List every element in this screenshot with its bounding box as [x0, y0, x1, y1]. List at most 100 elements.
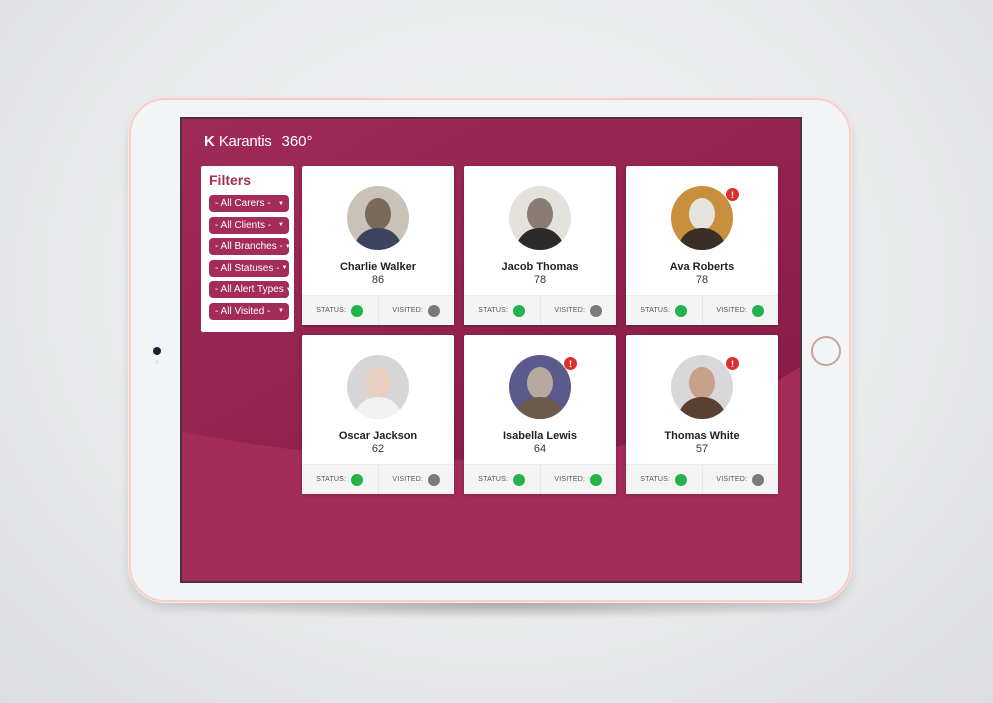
brand-suffix: 360° [281, 133, 313, 150]
filter-select-visited[interactable]: - All Visited - ▼ [209, 302, 289, 320]
client-age: 78 [533, 274, 547, 286]
visited-dot-icon [590, 473, 603, 486]
status-dot-icon [513, 473, 526, 486]
client-age: 78 [695, 274, 709, 286]
status-dot-icon [513, 304, 526, 317]
client-age: 64 [533, 443, 547, 455]
client-name: Charlie Walker [339, 261, 416, 273]
client-card[interactable]: Oscar Jackson 62 STATUS: VISITED: [302, 335, 454, 494]
status-label: STATUS: [640, 307, 671, 314]
caret-down-icon: ▼ [278, 308, 284, 314]
status-label: STATUS: [316, 476, 347, 483]
client-name: Oscar Jackson [338, 430, 418, 442]
client-card[interactable]: Jacob Thomas 78 STATUS: VISITED: [464, 166, 616, 325]
visited-indicator: VISITED: [539, 465, 617, 494]
caret-down-icon: ▼ [281, 265, 288, 271]
avatar-wrap [509, 186, 571, 250]
alert-icon[interactable]: ! [726, 357, 739, 370]
client-age: 62 [371, 443, 385, 455]
filter-select-value: - All Alert Types [215, 284, 284, 295]
avatar-wrap: ! [671, 186, 739, 250]
avatar[interactable] [347, 355, 409, 419]
filter-list: - All Carers - ▼ - All Clients - ▼ - All Bra… [209, 195, 289, 320]
filter-select-statuses[interactable]: - All Statuses - ▼ [209, 259, 289, 277]
visited-label: VISITED: [392, 476, 424, 483]
visited-label: VISITED: [554, 307, 586, 314]
filters-panel: Filters - All Carers - ▼ - All Clients - ▼ -… [201, 166, 294, 332]
card-footer: STATUS: VISITED: [464, 464, 616, 494]
client-card[interactable]: ! Ava Roberts 78 STATUS: VISITED: [626, 166, 778, 325]
caret-down-icon: ▼ [286, 287, 289, 293]
status-dot-icon [675, 304, 688, 317]
client-card[interactable]: ! Isabella Lewis 64 STATUS: VISITED: [464, 335, 616, 494]
sensor-icon [155, 360, 159, 364]
visited-indicator: VISITED: [539, 296, 617, 325]
caret-down-icon: ▼ [278, 222, 284, 228]
card-footer: STATUS: VISITED: [626, 464, 778, 494]
avatar-wrap: ! [671, 355, 739, 419]
alert-icon[interactable]: ! [726, 188, 739, 201]
client-card[interactable]: ! Thomas White 57 STATUS: VISITED: [626, 335, 778, 494]
visited-dot-icon [428, 304, 441, 317]
filters-title: Filters [209, 172, 252, 188]
client-age: 86 [371, 274, 385, 286]
alert-icon[interactable]: ! [564, 357, 577, 370]
caret-down-icon: ▼ [278, 200, 284, 207]
filter-select-value: - All Carers - [215, 198, 271, 209]
avatar[interactable] [347, 186, 409, 250]
status-indicator: STATUS: [626, 465, 702, 494]
status-indicator: STATUS: [464, 296, 540, 325]
visited-dot-icon [752, 304, 765, 317]
visited-indicator: VISITED: [701, 465, 779, 494]
filter-select-value: - All Clients - [215, 219, 272, 231]
home-button[interactable] [811, 336, 841, 366]
card-footer: STATUS: VISITED: [626, 295, 778, 325]
visited-label: VISITED: [716, 307, 748, 314]
visited-dot-icon [752, 473, 765, 486]
filter-select-branches[interactable]: - All Branches -▼ [209, 238, 289, 255]
avatar[interactable] [509, 186, 571, 250]
client-name: Jacob Thomas [501, 261, 579, 273]
filter-select-clients[interactable]: - All Clients - ▼ [209, 216, 289, 234]
brand-name: Karantis [218, 133, 272, 150]
app-screen: K Karantis 360° Filters - All Carers - ▼ -… [180, 117, 802, 583]
avatar[interactable] [509, 355, 571, 419]
card-footer: STATUS: VISITED: [302, 295, 454, 325]
avatar[interactable] [671, 186, 733, 250]
visited-dot-icon [590, 304, 603, 317]
status-indicator: STATUS: [464, 465, 540, 494]
karantis-logo-icon: K [204, 133, 215, 150]
tablet-frame: K Karantis 360° Filters - All Carers - ▼ -… [129, 98, 851, 602]
visited-dot-icon [428, 473, 441, 486]
filter-select-value: - All Branches - [215, 241, 283, 252]
card-footer: STATUS: VISITED: [464, 295, 616, 325]
visited-indicator: VISITED: [377, 465, 455, 494]
visited-label: VISITED: [554, 476, 586, 483]
card-footer: STATUS: VISITED: [302, 464, 454, 494]
client-name: Thomas White [664, 430, 740, 442]
filter-select-value: - All Statuses - [215, 262, 280, 274]
client-card[interactable]: Charlie Walker 86 STATUS: VISITED: [302, 166, 454, 325]
status-indicator: STATUS: [626, 296, 702, 325]
visited-indicator: VISITED: [701, 296, 779, 325]
camera-icon [153, 347, 161, 355]
status-label: STATUS: [478, 307, 509, 314]
visited-label: VISITED: [716, 476, 748, 483]
status-dot-icon [351, 473, 364, 486]
filter-select-value: - All Visited - [215, 305, 271, 317]
client-name: Isabella Lewis [503, 430, 577, 442]
status-label: STATUS: [316, 307, 347, 314]
avatar-wrap: ! [509, 355, 577, 419]
filter-select-alert-types[interactable]: - All Alert Types▼ [209, 281, 289, 298]
visited-indicator: VISITED: [377, 296, 455, 325]
caret-down-icon: ▼ [285, 244, 289, 250]
client-age: 57 [695, 443, 709, 455]
status-indicator: STATUS: [302, 296, 378, 325]
visited-label: VISITED: [392, 307, 424, 314]
avatar-wrap [347, 355, 409, 419]
status-label: STATUS: [478, 476, 509, 483]
status-label: STATUS: [640, 476, 671, 483]
filter-select-carers[interactable]: - All Carers - ▼ [209, 195, 289, 212]
avatar[interactable] [671, 355, 733, 419]
client-name: Ava Roberts [669, 261, 735, 273]
